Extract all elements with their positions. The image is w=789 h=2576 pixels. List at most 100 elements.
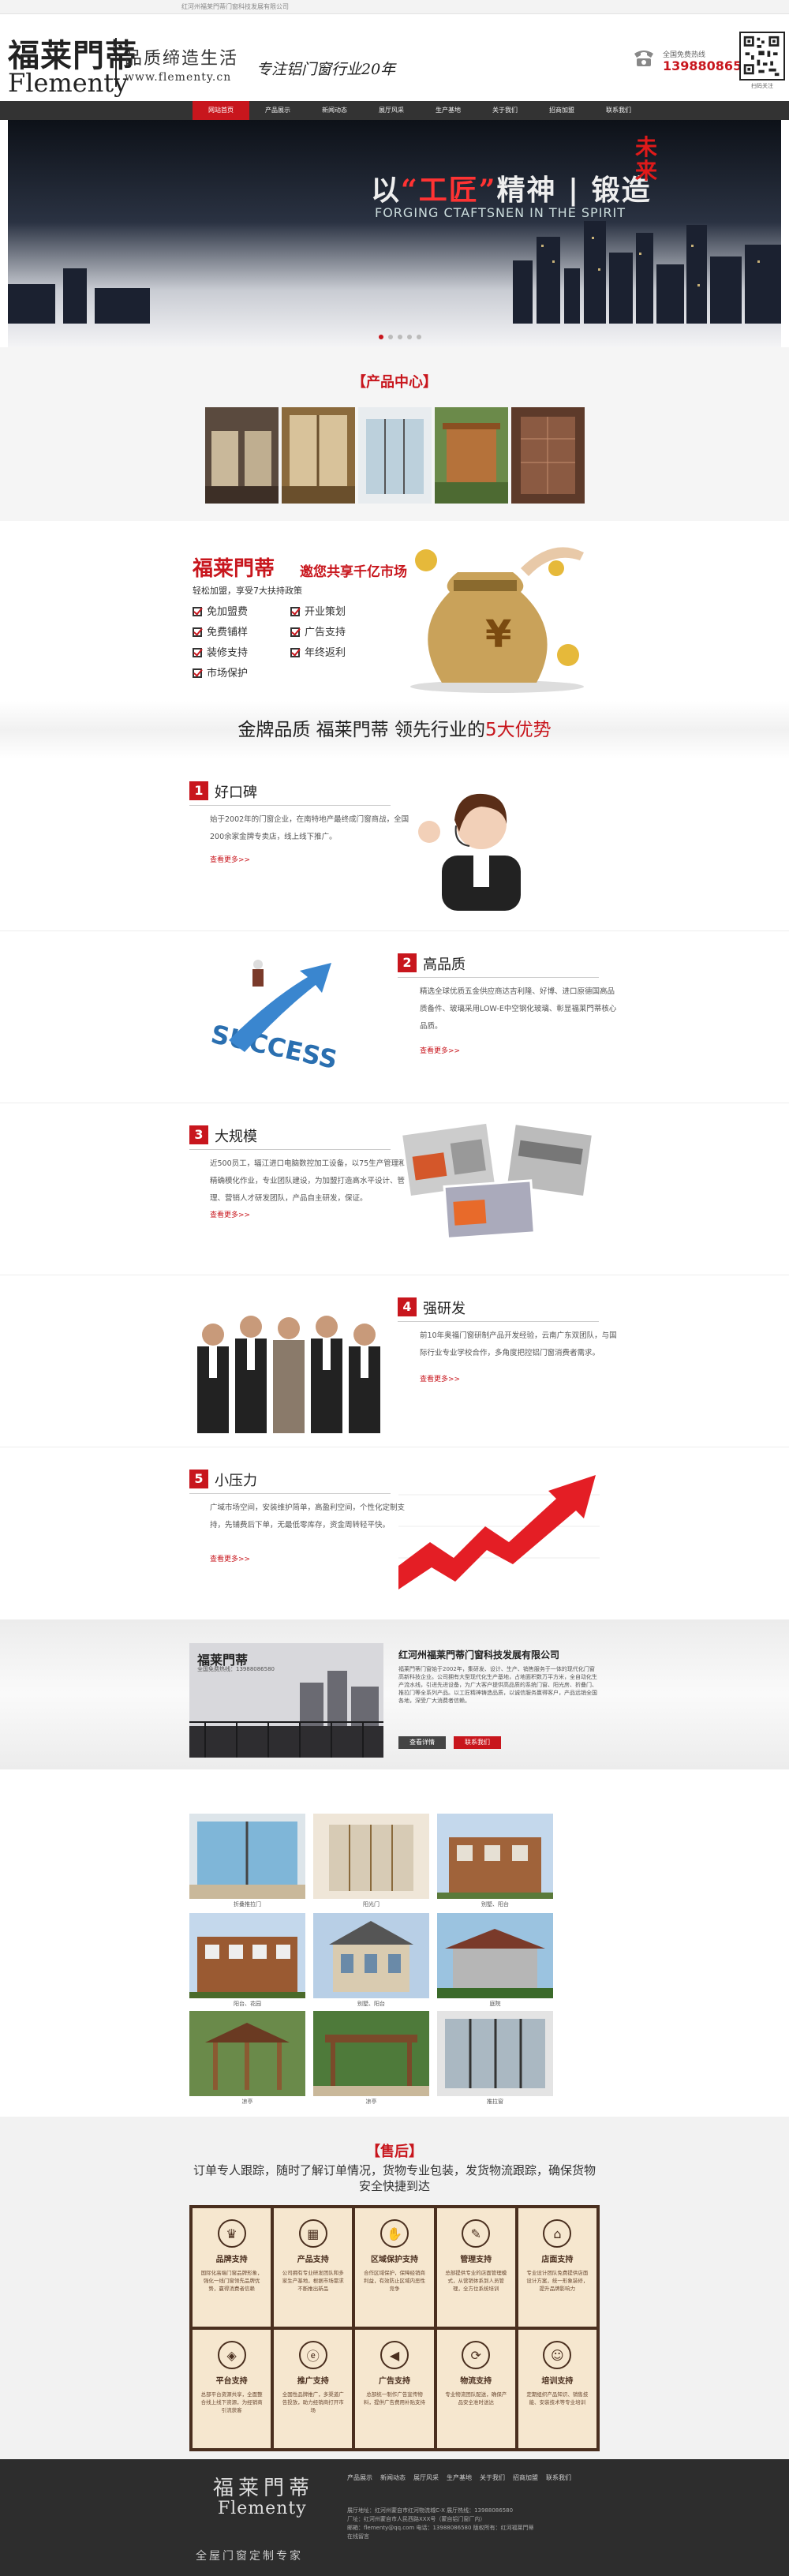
svg-text:SUCCESS: SUCCESS bbox=[208, 1019, 340, 1075]
company-title: 红河州福莱門蒂门窗科技发展有限公司 bbox=[398, 1649, 560, 1661]
product-image[interactable] bbox=[281, 407, 355, 504]
product-image[interactable] bbox=[357, 407, 432, 504]
banner-red-text: 未来 bbox=[635, 134, 658, 184]
service-title: 物流支持 bbox=[460, 2377, 492, 2386]
footer-nav-item[interactable]: 新闻动态 bbox=[380, 2473, 406, 2482]
service-text: 总部提供专业的店面管理模式，从营销体系到人员管理，全方位系统培训 bbox=[445, 2270, 507, 2292]
nav-products[interactable]: 产品展示 bbox=[249, 101, 306, 120]
service-title: 平台支持 bbox=[215, 2377, 248, 2386]
read-more-link[interactable]: 查看更多>> bbox=[210, 854, 250, 864]
banner-title-highlight: “工匠” bbox=[401, 174, 497, 207]
slider-dot[interactable] bbox=[388, 335, 393, 339]
service-text: 专业物流团队配送，确保产品安全准时送达 bbox=[445, 2391, 507, 2406]
franchise-promo: 福莱門蒂 邀您共享千亿市场 轻松加盟，享受7大扶持政策 免加盟费 开业策划 免费… bbox=[0, 521, 789, 701]
footer-nav-item[interactable]: 联系我们 bbox=[546, 2473, 571, 2482]
nav-news[interactable]: 新闻动态 bbox=[306, 101, 363, 120]
doc-icon: ✎ bbox=[462, 2219, 491, 2248]
company-logo-sub: 全国免费热线：13988086580 bbox=[197, 1666, 275, 1672]
service-title: 店面支持 bbox=[541, 2256, 574, 2264]
advantage-title: 强研发 bbox=[423, 1301, 466, 1317]
nav-about[interactable]: 关于我们 bbox=[477, 101, 533, 120]
slider-dot[interactable] bbox=[379, 335, 383, 339]
company-description: 福莱門蒂门窗始于2002年，集研发、设计、生产、销售服务于一体的现代化门窗高新科… bbox=[398, 1666, 597, 1704]
cube-icon: ◈ bbox=[217, 2341, 246, 2369]
product-image[interactable] bbox=[510, 407, 585, 504]
advantage-title: 小压力 bbox=[215, 1473, 257, 1489]
service-card: ⓔ 推广支持 全国性品牌推广，多渠道广告投放，助力经销商打开市场 bbox=[274, 2330, 353, 2448]
service-text: 总部统一制作广告宣传物料，提供广告费用补贴支持 bbox=[363, 2391, 425, 2406]
topbar: 红河州福莱門蒂门窗科技发展有限公司 bbox=[0, 0, 789, 14]
advantage-3: 3 大规模 近500员工，辐江进口电脑数控加工设备，以75生产管理和精确模化作业… bbox=[0, 1103, 789, 1275]
slider-dot[interactable] bbox=[398, 335, 402, 339]
more-button[interactable]: 查看详情 bbox=[398, 1736, 446, 1749]
product-image[interactable] bbox=[204, 407, 279, 504]
gallery-caption: 折叠推拉门 bbox=[234, 1901, 261, 1908]
gallery-image[interactable] bbox=[313, 1814, 429, 1899]
nav-showroom[interactable]: 展厅风采 bbox=[363, 101, 420, 120]
banner-subtitle: FORGING CTAFTSNEN IN THE SPIRIT bbox=[375, 205, 626, 220]
benefit-label: 装修支持 bbox=[207, 647, 249, 659]
footer-nav-item[interactable]: 招商加盟 bbox=[513, 2473, 538, 2482]
footer-nav-item[interactable]: 产品展示 bbox=[347, 2473, 372, 2482]
footer-slogan: 全屋门窗定制专家 bbox=[196, 2550, 303, 2563]
footer: 福莱門蒂 Flementy 全屋门窗定制专家 产品展示 新闻动态 展厅风采 生产… bbox=[0, 2459, 789, 2576]
benefit-label: 年终返利 bbox=[305, 647, 346, 659]
footer-logo-en: Flementy bbox=[218, 2499, 307, 2518]
read-more-link[interactable]: 查看更多>> bbox=[210, 1553, 250, 1563]
footer-nav-item[interactable]: 生产基地 bbox=[447, 2473, 472, 2482]
service-card: ♛ 品牌支持 国际化高端门窗品牌形象，强化一线门窗领先品牌优势，赢得消费者信赖 bbox=[193, 2208, 271, 2327]
contact-button[interactable]: 联系我们 bbox=[454, 1736, 501, 1749]
read-more-link[interactable]: 查看更多>> bbox=[420, 1373, 460, 1383]
advantages-title: 金牌品质 福莱門蒂 领先行业的5大优势 bbox=[0, 701, 789, 759]
footer-nav: 产品展示 新闻动态 展厅风采 生产基地 关于我们 招商加盟 联系我们 bbox=[347, 2473, 571, 2482]
gallery-image[interactable] bbox=[189, 1913, 305, 1998]
service-title: 区域保护支持 bbox=[370, 2256, 418, 2264]
benefit-item: 免加盟费 bbox=[193, 603, 248, 618]
advantage-title: 高品质 bbox=[423, 957, 466, 973]
check-icon bbox=[290, 648, 300, 657]
gallery-image[interactable] bbox=[437, 1913, 553, 1998]
service-card: ◈ 平台支持 总部平台资源共享，全面整合线上线下资源，为经销商引流获客 bbox=[193, 2330, 271, 2448]
benefit-label: 广告支持 bbox=[305, 627, 346, 638]
hero-banner[interactable]: 以“工匠”精神 | 锻造 未来 FORGING CTAFTSNEN IN THE… bbox=[8, 120, 781, 347]
benefit-item: 免费铺样 bbox=[193, 623, 248, 638]
service-grid: ♛ 品牌支持 国际化高端门窗品牌形象，强化一线门窗领先品牌优势，赢得消费者信赖 ▦ 产… bbox=[189, 2205, 600, 2451]
footer-nav-item[interactable]: 关于我们 bbox=[480, 2473, 505, 2482]
gallery-caption: 阳光门 bbox=[363, 1901, 380, 1908]
gallery-image[interactable] bbox=[313, 1913, 429, 1998]
topbar-text: 红河州福莱門蒂门窗科技发展有限公司 bbox=[181, 3, 289, 10]
nav-franchise[interactable]: 招商加盟 bbox=[533, 101, 590, 120]
advantage-title: 好口碑 bbox=[215, 784, 257, 801]
divider bbox=[189, 805, 391, 806]
divider bbox=[398, 977, 599, 978]
slider-dot[interactable] bbox=[417, 335, 421, 339]
nav-factory[interactable]: 生产基地 bbox=[420, 101, 477, 120]
gallery-image[interactable] bbox=[313, 2011, 429, 2096]
footer-nav-item[interactable]: 展厅风采 bbox=[413, 2473, 439, 2482]
gallery-image[interactable] bbox=[437, 1814, 553, 1899]
service-text: 合作区域保护，保障经销商利益，有效防止区域内恶性竞争 bbox=[363, 2270, 425, 2292]
gallery-image[interactable] bbox=[437, 2011, 553, 2096]
check-icon bbox=[193, 648, 202, 657]
team-image bbox=[197, 1316, 380, 1433]
gallery-caption: 凉亭 bbox=[365, 2099, 377, 2105]
read-more-link[interactable]: 查看更多>> bbox=[210, 1209, 250, 1219]
gallery-image[interactable] bbox=[189, 2011, 305, 2096]
read-more-link[interactable]: 查看更多>> bbox=[420, 1045, 460, 1055]
nav-contact[interactable]: 联系我们 bbox=[590, 101, 647, 120]
slider-dot[interactable] bbox=[407, 335, 412, 339]
advantage-number: 3 bbox=[189, 1125, 208, 1144]
product-image[interactable] bbox=[434, 407, 508, 504]
footer-message-link[interactable]: 在线留言 bbox=[347, 2533, 534, 2541]
advantage-text: 广域市场空间，安装维护简单，高盈利空间，个性化定制支持，先铺费后下单，无最低零库… bbox=[210, 1503, 406, 1530]
phone-icon bbox=[634, 51, 653, 66]
benefit-item: 广告支持 bbox=[290, 623, 346, 638]
nav-home[interactable]: 网站首页 bbox=[193, 101, 249, 120]
logo-divider bbox=[115, 38, 117, 87]
gallery-caption: 凉亭 bbox=[241, 2099, 253, 2105]
promo-subtitle: 轻松加盟，享受7大扶持政策 bbox=[193, 586, 302, 596]
check-icon bbox=[193, 627, 202, 637]
after-sales-subtitle: 订单专人跟踪，随时了解订单情况，货物专业包装，发货物流跟踪，确保货物安全快捷到达 bbox=[193, 2163, 596, 2193]
grid-icon: ▦ bbox=[298, 2219, 327, 2248]
gallery-image[interactable] bbox=[189, 1814, 305, 1899]
